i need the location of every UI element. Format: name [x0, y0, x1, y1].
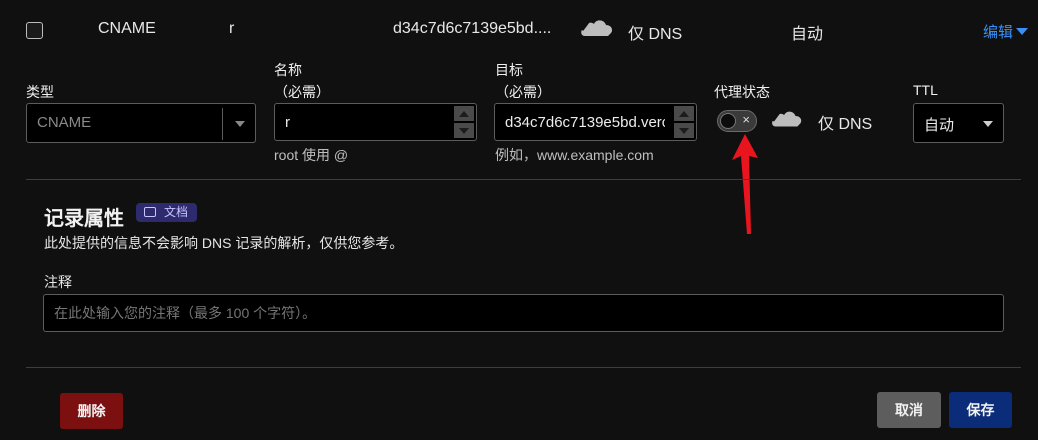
chevron-down-icon: [235, 121, 245, 127]
save-button[interactable]: 保存: [949, 392, 1012, 428]
record-select-checkbox[interactable]: [26, 22, 43, 39]
proxy-status-label: 代理状态: [714, 84, 770, 100]
name-input[interactable]: r: [274, 103, 477, 141]
ttl-select-value: 自动: [924, 117, 955, 134]
type-select-value: CNAME: [37, 114, 92, 131]
note-input[interactable]: [43, 294, 1004, 332]
docs-badge-label: 文档: [164, 205, 189, 219]
spin-down-icon[interactable]: [454, 123, 474, 138]
toggle-off-x-icon: ×: [742, 112, 750, 127]
note-label: 注释: [44, 274, 72, 290]
record-attributes-title: 记录属性: [44, 208, 124, 230]
cancel-button[interactable]: 取消: [877, 392, 941, 428]
target-help-text: 例如，www.example.com: [495, 147, 654, 163]
spin-up-icon[interactable]: [454, 106, 474, 121]
name-spinner[interactable]: [454, 106, 474, 138]
target-input-value: d34c7d6c7139e5bd.verc: [505, 114, 665, 131]
type-select[interactable]: CNAME: [26, 103, 256, 143]
record-target-cell: d34c7d6c7139e5bd....: [393, 20, 552, 37]
edit-label: 编辑: [983, 24, 1014, 41]
actions-divider: [26, 367, 1021, 368]
name-required-label: （必需）: [274, 84, 330, 100]
delete-button[interactable]: 删除: [60, 393, 123, 429]
proxy-status-text: 仅 DNS: [818, 116, 873, 133]
chevron-down-icon: [983, 121, 993, 127]
target-input[interactable]: d34c7d6c7139e5bd.verc: [494, 103, 697, 141]
record-row: CNAME r d34c7d6c7139e5bd.... 仅 DNS 自动 编辑: [0, 0, 1038, 60]
name-input-value: r: [285, 114, 290, 131]
dns-only-cloud-icon: [770, 105, 804, 129]
ttl-select[interactable]: 自动: [913, 103, 1004, 143]
dns-only-cloud-icon: [579, 14, 615, 38]
dns-record-edit-panel: CNAME r d34c7d6c7139e5bd.... 仅 DNS 自动 编辑…: [0, 0, 1038, 440]
name-label: 名称: [274, 62, 302, 78]
section-divider: [26, 179, 1021, 180]
annotation-arrow-icon: [732, 134, 758, 234]
toggle-knob: [720, 113, 736, 129]
chevron-down-icon: [1016, 28, 1029, 35]
type-label: 类型: [26, 84, 54, 100]
target-required-label: （必需）: [495, 84, 551, 100]
docs-badge-link[interactable]: 文档: [136, 203, 198, 222]
select-divider: [222, 108, 223, 140]
record-ttl-cell: 自动: [791, 26, 824, 43]
record-name-cell: r: [229, 20, 235, 37]
ttl-label: TTL: [913, 82, 938, 98]
spin-up-icon[interactable]: [674, 106, 694, 121]
record-type-cell: CNAME: [98, 20, 156, 37]
target-spinner[interactable]: [674, 106, 694, 138]
target-label: 目标: [495, 62, 523, 78]
proxy-status-toggle[interactable]: ×: [717, 110, 757, 132]
edit-record-link[interactable]: 编辑: [983, 21, 1029, 42]
name-help-text: root 使用 @: [274, 147, 349, 163]
spin-down-icon[interactable]: [674, 123, 694, 138]
book-icon: [144, 207, 156, 217]
record-proxy-status-cell: 仅 DNS: [628, 26, 683, 43]
record-attributes-description: 此处提供的信息不会影响 DNS 记录的解析，仅供您参考。: [44, 235, 404, 251]
